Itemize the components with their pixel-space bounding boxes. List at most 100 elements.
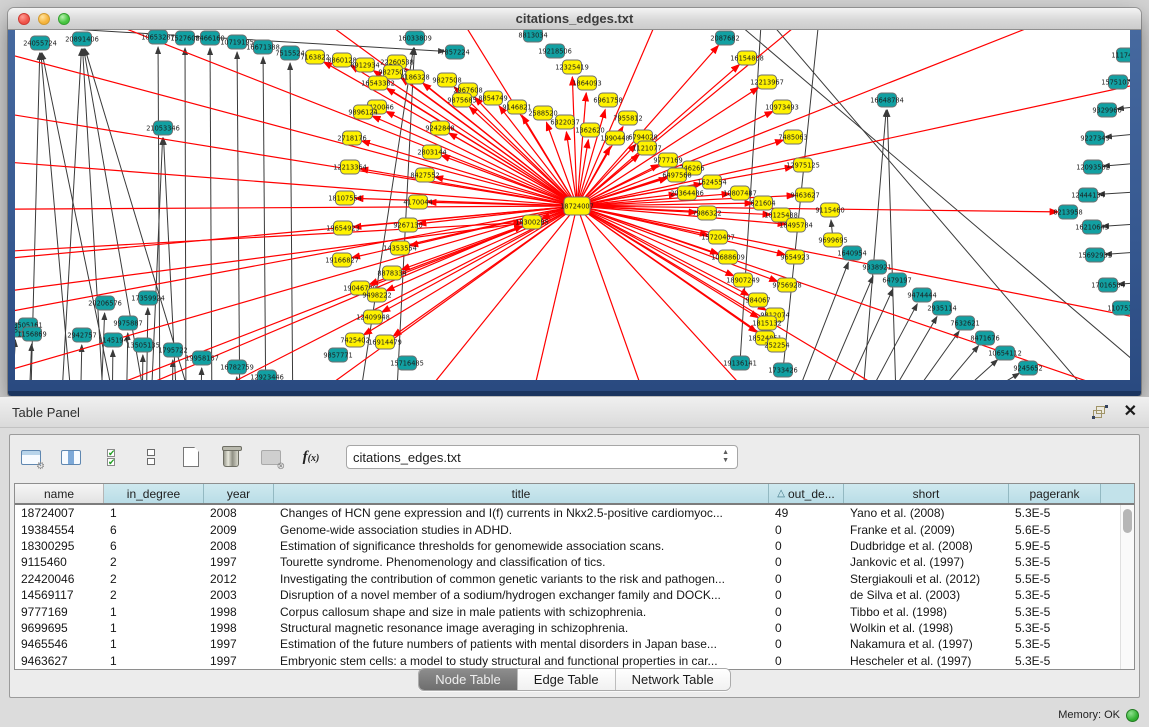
graph-node[interactable]: 12444134 — [1071, 188, 1105, 202]
cell-name[interactable]: 9463627 — [15, 654, 104, 668]
table-row[interactable]: 946554611997Estimation of the future num… — [15, 636, 1120, 652]
cell-title[interactable]: Changes of HCN gene expression and I(f) … — [274, 506, 769, 520]
graph-node-selected[interactable]: 7163822 — [300, 50, 329, 64]
citation-edge[interactable] — [210, 48, 212, 380]
tab-node-table[interactable]: Node Table — [419, 669, 518, 690]
minimize-window-icon[interactable] — [38, 13, 50, 25]
citation-edge[interactable] — [640, 30, 1130, 380]
graph-node-selected[interactable]: 12213364 — [333, 160, 367, 174]
citation-edge[interactable] — [933, 346, 979, 380]
cell-title[interactable]: Investigating the contribution of common… — [274, 572, 769, 586]
graph-node[interactable]: 1795722 — [158, 343, 187, 357]
column-header-in_degree[interactable]: in_degree — [104, 484, 204, 503]
graph-node-selected[interactable]: 9827508 — [432, 73, 461, 87]
citation-network-graph[interactable]: 2405572420891406106532871527602646616010… — [15, 30, 1130, 380]
column-header-pagerank[interactable]: pagerank — [1009, 484, 1101, 503]
graph-node-selected[interactable]: 19166827 — [325, 253, 359, 267]
cell-pagerank[interactable]: 5.9E-5 — [1009, 539, 1101, 553]
citation-edge[interactable] — [142, 355, 143, 380]
cell-pagerank[interactable]: 5.3E-5 — [1009, 555, 1101, 569]
cell-pagerank[interactable]: 5.3E-5 — [1009, 506, 1101, 520]
cell-year[interactable]: 1998 — [204, 621, 274, 635]
cell-name[interactable]: 22420046 — [15, 572, 104, 586]
cell-title[interactable]: Disruption of a novel member of a sodium… — [274, 588, 769, 602]
cell-out_de[interactable]: 0 — [769, 555, 844, 569]
zoom-window-icon[interactable] — [58, 13, 70, 25]
cell-name[interactable]: 9115460 — [15, 555, 104, 569]
graph-node[interactable]: 1640954 — [837, 246, 866, 260]
tab-edge-table[interactable]: Edge Table — [518, 669, 616, 690]
graph-node[interactable]: 19136141 — [723, 356, 757, 370]
graph-node-selected[interactable]: 1624554 — [697, 175, 726, 189]
cell-year[interactable]: 1997 — [204, 637, 274, 651]
cell-out_de[interactable]: 0 — [769, 539, 844, 553]
citation-edge[interactable] — [185, 48, 186, 380]
graph-node-selected[interactable]: 1864093 — [572, 76, 601, 90]
cell-out_de[interactable]: 0 — [769, 588, 844, 602]
graph-node[interactable]: 20891406 — [65, 32, 99, 46]
cell-in_degree[interactable]: 1 — [104, 637, 204, 651]
cell-year[interactable]: 2008 — [204, 506, 274, 520]
cell-out_de[interactable]: 0 — [769, 572, 844, 586]
graph-node[interactable]: 1117424 — [1111, 48, 1130, 62]
graph-node[interactable]: 19958167 — [185, 351, 219, 365]
cell-out_de[interactable]: 0 — [769, 637, 844, 651]
cell-in_degree[interactable]: 1 — [104, 506, 204, 520]
graph-node[interactable]: 7857224 — [440, 45, 469, 59]
select-columns-icon[interactable] — [58, 444, 84, 470]
graph-node[interactable]: 9975887 — [113, 316, 142, 330]
cell-pagerank[interactable]: 5.6E-5 — [1009, 523, 1101, 537]
graph-node[interactable]: 1733426 — [768, 363, 797, 377]
table-row[interactable]: 911546021997Tourette syndrome. Phenomeno… — [15, 554, 1120, 570]
selected-edge[interactable] — [15, 206, 577, 210]
cell-out_de[interactable]: 0 — [769, 605, 844, 619]
citation-edge[interactable] — [953, 360, 998, 380]
selected-edge[interactable] — [410, 206, 577, 246]
cell-out_de[interactable]: 0 — [769, 654, 844, 668]
function-builder-icon[interactable]: f(x) — [298, 444, 324, 470]
cell-short[interactable]: Dudbridge et al. (2008) — [844, 539, 1009, 553]
citation-edge[interactable] — [237, 52, 240, 380]
graph-node[interactable]: 21053346 — [146, 121, 180, 135]
table-selector-dropdown[interactable]: citations_edges.txt ▲▼ — [346, 445, 738, 469]
cell-in_degree[interactable]: 1 — [104, 605, 204, 619]
select-rows-check-icon[interactable]: ✔✔ — [98, 444, 124, 470]
graph-node[interactable]: 9245652 — [1013, 361, 1042, 375]
cell-pagerank[interactable]: 5.3E-5 — [1009, 621, 1101, 635]
graph-node[interactable]: 2935114 — [927, 301, 956, 315]
cell-out_de[interactable]: 0 — [769, 621, 844, 635]
citation-edge[interactable] — [795, 262, 848, 380]
citation-edge[interactable] — [200, 368, 202, 380]
table-row[interactable]: 1456911722003Disruption of a novel membe… — [15, 587, 1120, 603]
citation-edge[interactable] — [85, 49, 200, 380]
graph-node[interactable]: 9227349 — [1080, 131, 1109, 145]
cell-name[interactable]: 18724007 — [15, 506, 104, 520]
citation-edge[interactable] — [290, 63, 293, 380]
graph-node[interactable]: 8813034 — [518, 30, 547, 42]
cell-title[interactable]: Structural magnetic resonance image aver… — [274, 621, 769, 635]
graph-node[interactable]: 16782759 — [220, 360, 254, 374]
graph-node[interactable]: 9474444 — [907, 288, 936, 302]
float-panel-icon[interactable] — [1092, 405, 1108, 419]
graph-node[interactable]: 15716485 — [390, 356, 424, 370]
network-canvas[interactable]: 2405572420891406106532871527602646616010… — [15, 30, 1130, 380]
table-body[interactable]: 1872400712008Changes of HCN gene express… — [15, 505, 1120, 669]
graph-node[interactable]: 15692931 — [1078, 248, 1112, 262]
graph-node-selected[interactable]: 10973493 — [765, 100, 799, 114]
graph-node[interactable]: 16210643 — [1075, 220, 1109, 234]
cell-in_degree[interactable]: 6 — [104, 523, 204, 537]
citation-edge[interactable] — [236, 377, 237, 380]
cell-in_degree[interactable]: 2 — [104, 572, 204, 586]
cell-short[interactable]: Franke et al. (2009) — [844, 523, 1009, 537]
graph-node[interactable]: 9857771 — [323, 348, 352, 362]
tab-network-table[interactable]: Network Table — [616, 669, 730, 690]
cell-pagerank[interactable]: 5.5E-5 — [1009, 572, 1101, 586]
row-height-icon[interactable] — [138, 444, 164, 470]
cell-title[interactable]: Estimation of the future numbers of pati… — [274, 637, 769, 651]
graph-node-selected[interactable]: 9654923 — [780, 250, 809, 264]
cell-in_degree[interactable]: 2 — [104, 588, 204, 602]
citation-edge[interactable] — [263, 57, 266, 380]
graph-node[interactable]: 12093582 — [1076, 160, 1110, 174]
cell-out_de[interactable]: 49 — [769, 506, 844, 520]
graph-node-selected[interactable]: 621604 — [750, 196, 775, 210]
